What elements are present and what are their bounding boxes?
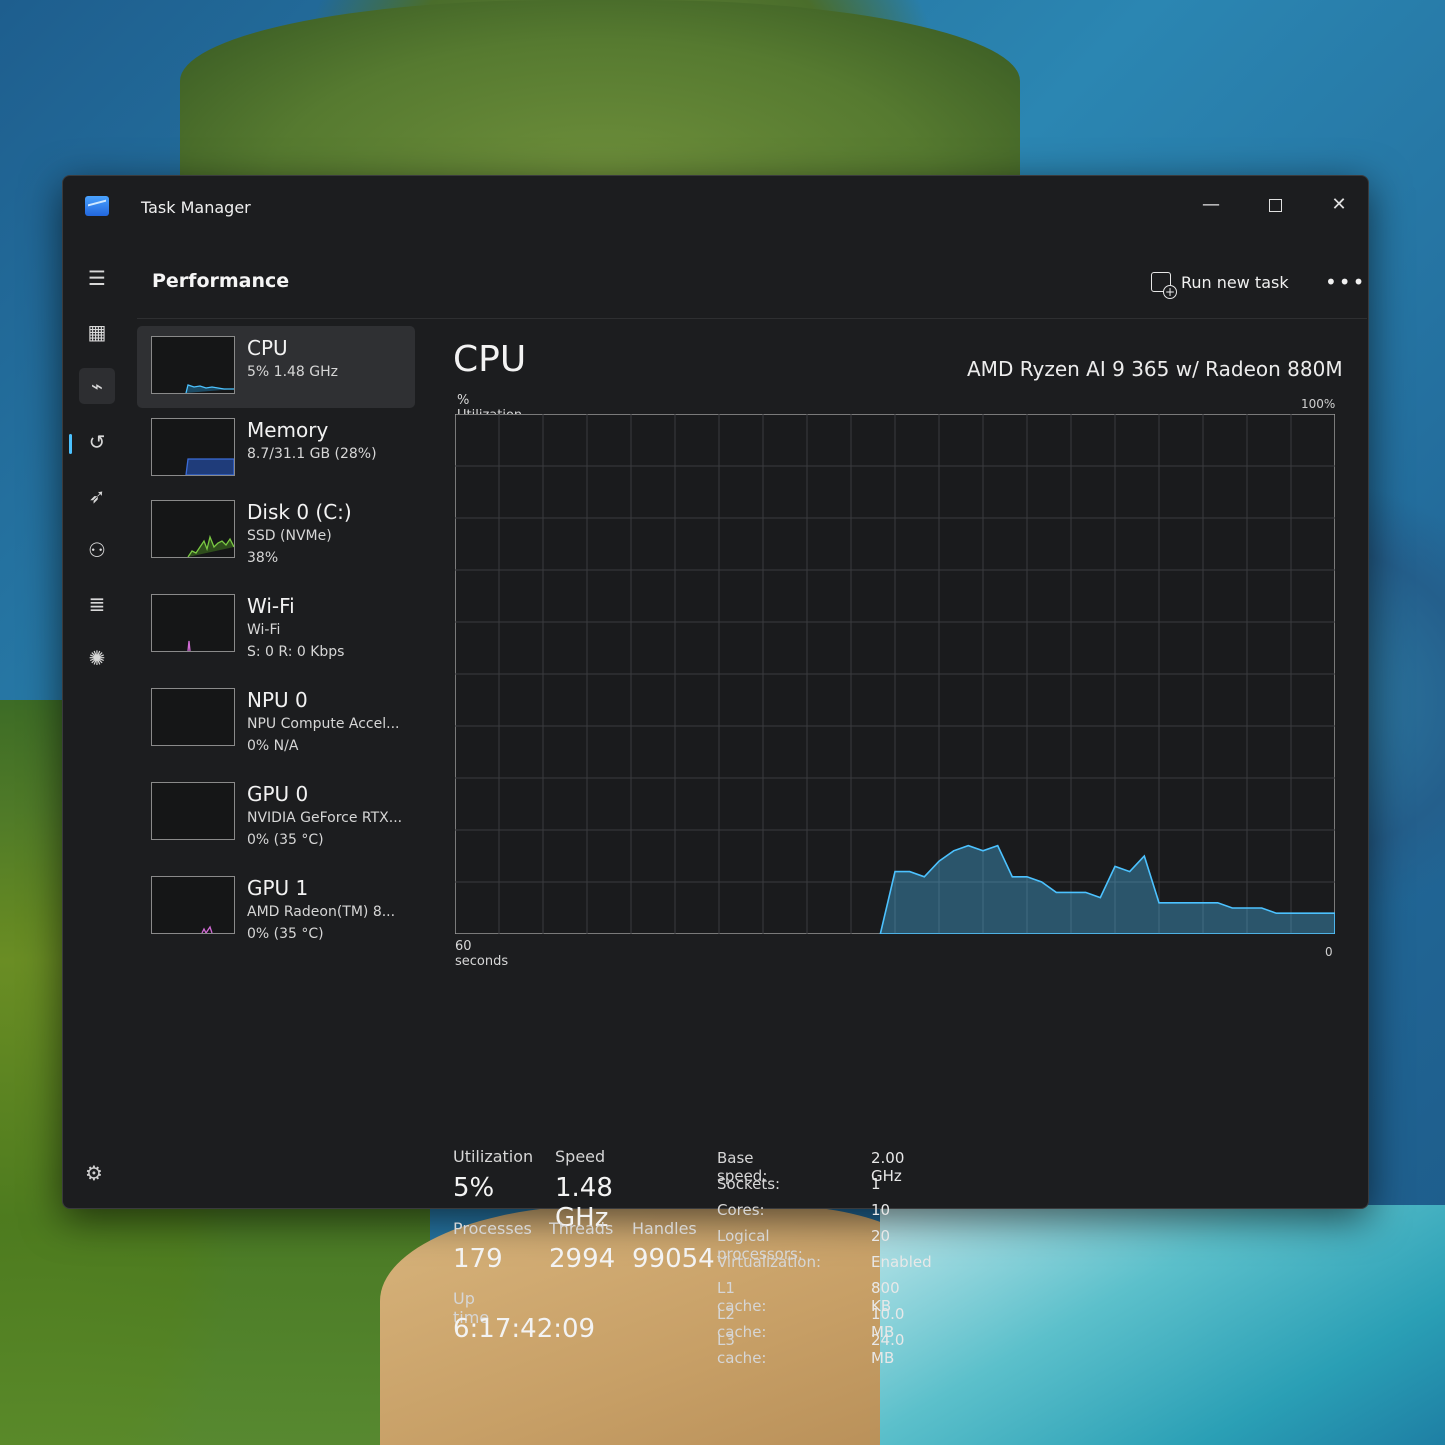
close-button[interactable]: ✕ — [1319, 190, 1359, 220]
resource-name: GPU 0 — [247, 782, 309, 806]
resource-detail-2: 38% — [247, 550, 279, 566]
memory-thumbnail-fill — [185, 458, 234, 475]
users-icon[interactable]: ⚇ — [79, 532, 115, 568]
disk-thumbnail-line — [187, 534, 234, 557]
gpu1-thumbnail-graph — [151, 876, 235, 934]
resource-detail-2: 0% (35 °C) — [247, 832, 324, 848]
spec-value: 10 — [871, 1201, 891, 1219]
more-options-button[interactable]: ••• — [1325, 270, 1366, 294]
spec-label: L3 cache: — [717, 1331, 767, 1367]
uptime-value: 6:17:42:09 — [453, 1314, 596, 1344]
resource-detail: Wi-Fi — [247, 622, 281, 638]
processes-value: 179 — [453, 1244, 503, 1274]
cpu-utilization-chart — [455, 414, 1335, 934]
resource-item-cpu[interactable]: CPU 5% 1.48 GHz — [137, 326, 415, 408]
maximize-button[interactable] — [1255, 190, 1295, 220]
resource-name: CPU — [247, 336, 288, 360]
resource-detail: NVIDIA GeForce RTX... — [247, 810, 403, 826]
resource-name: NPU 0 — [247, 688, 308, 712]
hamburger-menu-icon[interactable]: ☰ — [79, 260, 115, 296]
resource-name: Wi-Fi — [247, 594, 295, 618]
disk-thumbnail-graph — [151, 500, 235, 558]
resource-detail: SSD (NVMe) — [247, 528, 332, 544]
task-manager-app-icon — [85, 196, 109, 216]
resource-name: GPU 1 — [247, 876, 309, 900]
resource-detail-2: 0% N/A — [247, 738, 299, 754]
left-navigation: ☰ ▦ ⌁ ↺ ➶ ⚇ ≣ ✺ ⚙ — [63, 238, 131, 1206]
resource-detail: NPU Compute Accel... — [247, 716, 400, 732]
spec-label: Virtualization: — [717, 1253, 822, 1271]
run-task-icon — [1151, 272, 1177, 299]
performance-icon[interactable]: ⌁ — [79, 368, 115, 404]
task-manager-window: Task Manager — ✕ ☰ ▦ ⌁ ↺ ➶ ⚇ ≣ ✺ ⚙ Perfo… — [62, 175, 1369, 1367]
page-title: Performance — [152, 270, 290, 292]
spec-value: 24.0 MB — [871, 1331, 905, 1367]
resource-detail-2: 0% (35 °C) — [247, 926, 324, 942]
cpu-thumbnail-line — [185, 384, 234, 393]
resource-name: Memory — [247, 418, 329, 442]
resource-item-npu[interactable]: NPU 0 NPU Compute Accel... 0% N/A — [137, 678, 415, 760]
handles-value: 99054 — [632, 1244, 715, 1274]
spec-value: Enabled — [871, 1253, 932, 1271]
gpu0-thumbnail-graph — [151, 782, 235, 840]
desktop-wallpaper-surf — [880, 1205, 1445, 1445]
details-icon[interactable]: ≣ — [79, 586, 115, 622]
window-title: Task Manager — [141, 198, 251, 217]
threads-label: Threads — [549, 1219, 614, 1238]
handles-label: Handles — [632, 1219, 697, 1238]
spec-label: Cores: — [717, 1201, 765, 1219]
gpu1-thumbnail-line — [201, 925, 213, 933]
startup-apps-icon[interactable]: ➶ — [79, 478, 115, 514]
wifi-thumbnail-graph — [151, 594, 235, 652]
minimize-button[interactable]: — — [1191, 190, 1231, 220]
spec-value: 1 — [871, 1175, 881, 1193]
min-percent-label: 0 — [1325, 945, 1333, 959]
utilization-value: 5% — [453, 1173, 495, 1203]
memory-thumbnail-graph — [151, 418, 235, 476]
wifi-thumbnail-line — [187, 640, 191, 651]
resource-item-gpu1[interactable]: GPU 1 AMD Radeon(TM) 8... 0% (35 °C) — [137, 866, 415, 948]
header-divider — [137, 318, 1367, 319]
desktop-wallpaper-cliff — [180, 0, 1020, 180]
resource-item-wifi[interactable]: Wi-Fi Wi-Fi S: 0 R: 0 Kbps — [137, 584, 415, 666]
resource-name: Disk 0 (C:) — [247, 500, 352, 524]
run-new-task-label: Run new task — [1181, 273, 1289, 292]
resource-detail: AMD Radeon(TM) 8... — [247, 904, 396, 920]
run-new-task-button[interactable]: Run new task — [1151, 272, 1289, 299]
max-percent-label: 100% — [1301, 397, 1336, 411]
cpu-thumbnail-graph — [151, 336, 235, 394]
chart-grid — [455, 414, 1335, 934]
spec-label: Sockets: — [717, 1175, 781, 1193]
processes-label: Processes — [453, 1219, 532, 1238]
cpu-model-name: AMD Ryzen AI 9 365 w/ Radeon 880M — [967, 357, 1343, 381]
threads-value: 2994 — [549, 1244, 616, 1274]
processes-icon[interactable]: ▦ — [79, 314, 115, 350]
resource-detail: 8.7/31.1 GB (28%) — [247, 446, 377, 462]
maximize-icon — [1268, 199, 1282, 212]
settings-icon[interactable]: ⚙ — [79, 1158, 109, 1188]
active-nav-indicator — [69, 434, 72, 454]
title-bar[interactable]: Task Manager — ✕ — [63, 176, 1368, 238]
spec-value: 20 — [871, 1227, 891, 1245]
resource-item-gpu0[interactable]: GPU 0 NVIDIA GeForce RTX... 0% (35 °C) — [137, 772, 415, 854]
app-history-icon[interactable]: ↺ — [79, 424, 115, 460]
npu-thumbnail-graph — [151, 688, 235, 746]
resource-detail: 5% 1.48 GHz — [247, 364, 339, 380]
resource-item-disk[interactable]: Disk 0 (C:) SSD (NVMe) 38% — [137, 490, 415, 572]
speed-label: Speed — [555, 1147, 606, 1166]
resource-detail-2: S: 0 R: 0 Kbps — [247, 644, 345, 660]
time-range-label: 60 seconds — [455, 939, 509, 969]
cpu-heading: CPU — [453, 339, 527, 380]
resource-item-memory[interactable]: Memory 8.7/31.1 GB (28%) — [137, 408, 415, 490]
services-icon[interactable]: ✺ — [79, 640, 115, 676]
utilization-label: Utilization — [453, 1147, 534, 1166]
